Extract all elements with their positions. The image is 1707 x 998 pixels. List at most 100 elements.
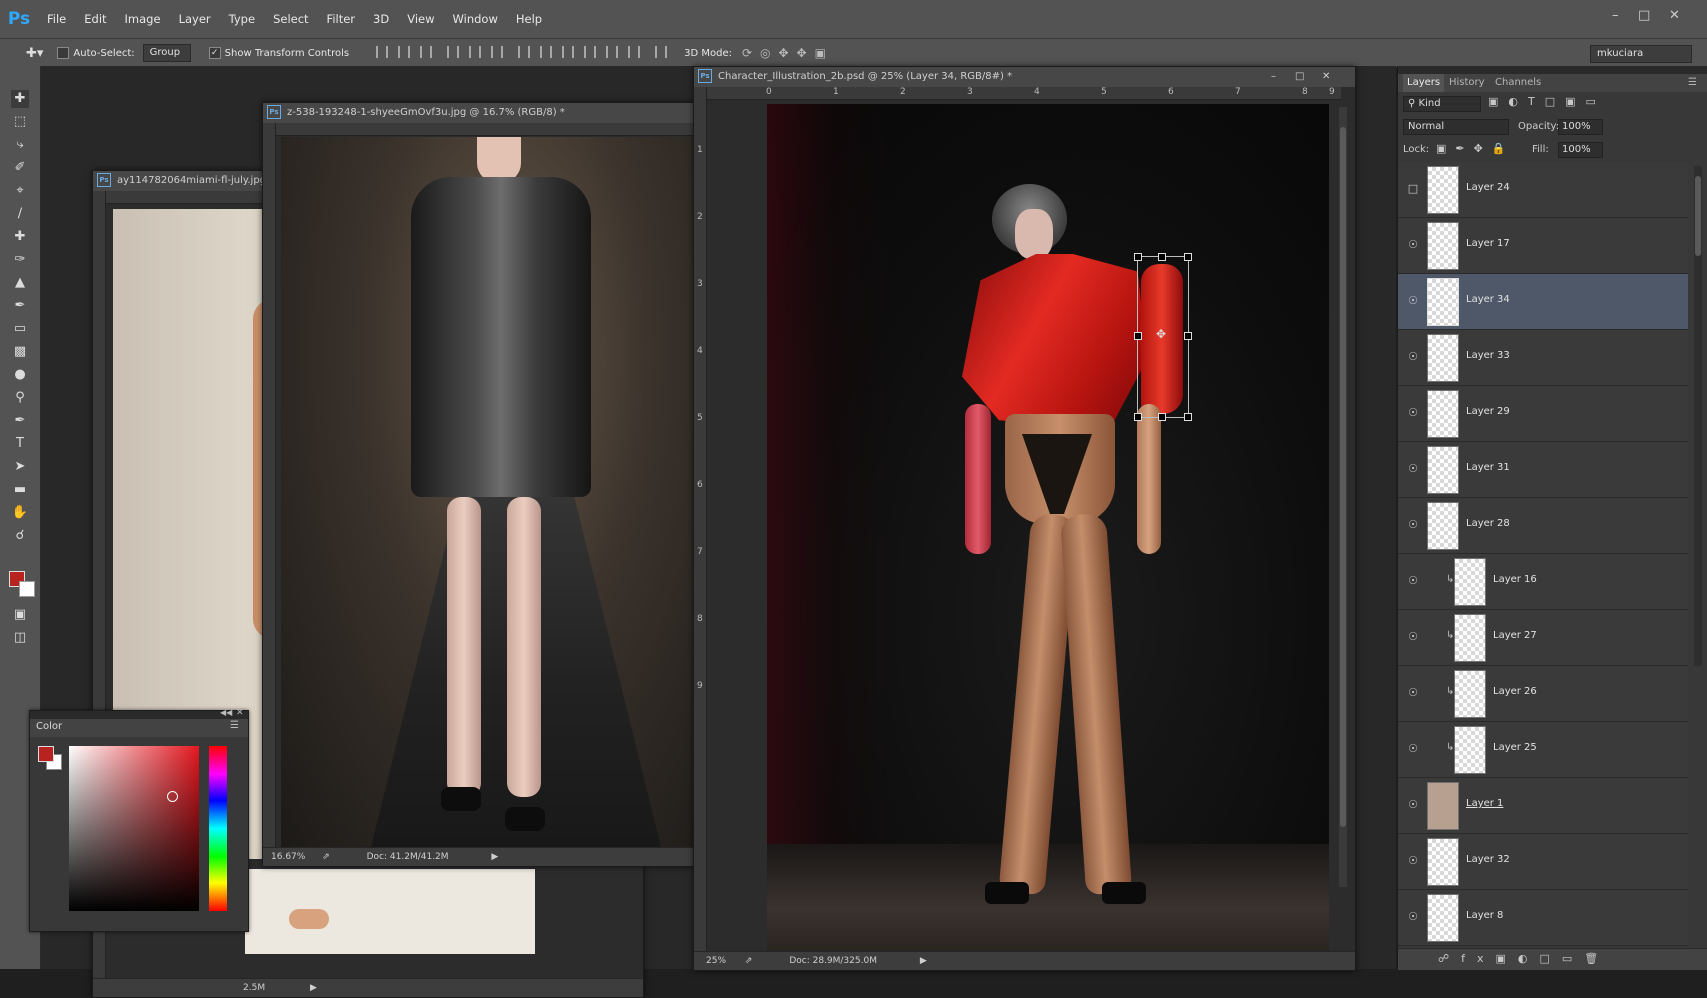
transform-handle[interactable] <box>1158 253 1166 261</box>
tab-channels[interactable]: Channels <box>1495 74 1541 92</box>
document-title-reference[interactable]: Ps z-538-193248-1-shyeeGmOvf3u.jpg @ 16.7… <box>263 103 736 123</box>
eye-icon[interactable]: ☉ <box>1407 799 1419 811</box>
layer-row-26[interactable]: ☉ ↳ Layer 26 <box>1398 666 1688 722</box>
layer-row-16[interactable]: ☉ ↳ Layer 16 <box>1398 554 1688 610</box>
transform-handle[interactable] <box>1184 413 1192 421</box>
document-window-reference[interactable]: Ps z-538-193248-1-shyeeGmOvf3u.jpg @ 16.7… <box>262 102 737 867</box>
auto-select-dropdown[interactable]: Group <box>142 44 191 62</box>
brush-tool-icon[interactable]: ✑ <box>11 251 29 269</box>
type-tool-icon[interactable]: T <box>11 435 29 453</box>
filter-icons[interactable]: ▣◐T□▣▭ <box>1488 95 1606 108</box>
foreground-swatch[interactable] <box>38 746 54 762</box>
hand-tool-icon[interactable]: ✋ <box>11 504 29 522</box>
pen-tool-icon[interactable]: ✒ <box>11 412 29 430</box>
clone-stamp-tool-icon[interactable]: ▲ <box>11 274 29 292</box>
layer-row-28[interactable]: ☉ Layer 28 <box>1398 498 1688 554</box>
menu-window[interactable]: Window <box>444 12 507 26</box>
layer-row-17[interactable]: ☉ Layer 17 <box>1398 218 1688 274</box>
menu-filter[interactable]: Filter <box>318 12 364 26</box>
eye-icon[interactable]: ☉ <box>1407 743 1419 755</box>
menu-image[interactable]: Image <box>116 12 170 26</box>
layers-scrollbar[interactable] <box>1694 166 1702 666</box>
document-window-main[interactable]: Ps Character_Illustration_2b.psd @ 25% (L… <box>693 66 1356 971</box>
layer-row-32[interactable]: ☉ Layer 32 <box>1398 834 1688 890</box>
show-transform-checkbox[interactable]: ✓ Show Transform Controls <box>208 47 349 59</box>
blend-mode-dropdown[interactable]: Normal <box>1403 119 1509 135</box>
menu-help[interactable]: Help <box>507 12 551 26</box>
transform-center-icon[interactable]: ✥ <box>1156 327 1166 341</box>
eye-icon[interactable]: ☉ <box>1407 855 1419 867</box>
opacity-input[interactable]: 100% <box>1558 119 1603 135</box>
auto-select-checkbox[interactable]: Auto-Select: <box>57 47 135 59</box>
background-color-swatch[interactable] <box>19 581 35 597</box>
transform-handle[interactable] <box>1134 332 1142 340</box>
transform-handle[interactable] <box>1158 413 1166 421</box>
layer-row-25[interactable]: ☉ ↳ Layer 25 <box>1398 722 1688 778</box>
menu-edit[interactable]: Edit <box>75 12 115 26</box>
eye-icon[interactable]: ☉ <box>1407 463 1419 475</box>
transform-handle[interactable] <box>1134 413 1142 421</box>
close-panel-icon[interactable]: ✕ <box>236 708 244 718</box>
dodge-tool-icon[interactable]: ⚲ <box>11 389 29 407</box>
eye-icon[interactable]: ☉ <box>1407 631 1419 643</box>
hue-slider[interactable] <box>209 746 227 911</box>
layer-row-8[interactable]: ☉ Layer 8 <box>1398 890 1688 946</box>
export-icon[interactable]: ⇗ <box>322 852 330 862</box>
transform-handle[interactable] <box>1184 253 1192 261</box>
align-icons[interactable] <box>371 45 672 61</box>
minimize-doc-icon[interactable]: – <box>1271 67 1276 87</box>
path-select-tool-icon[interactable]: ➤ <box>11 458 29 476</box>
panel-menu-icon[interactable]: ☰ <box>1688 74 1697 92</box>
move-tool-icon[interactable]: ✚ <box>11 90 29 108</box>
transform-handle[interactable] <box>1184 332 1192 340</box>
quick-select-tool-icon[interactable]: ✐ <box>11 159 29 177</box>
panel-grip[interactable] <box>1398 66 1707 74</box>
status-arrow-icon[interactable]: ▶ <box>491 852 498 862</box>
menu-layer[interactable]: Layer <box>170 12 220 26</box>
eye-icon[interactable]: ☉ <box>1407 239 1419 251</box>
maximize-icon[interactable]: □ <box>1638 8 1650 23</box>
export-icon[interactable]: ⇗ <box>745 956 753 966</box>
blur-tool-icon[interactable]: ● <box>11 366 29 384</box>
menu-select[interactable]: Select <box>264 12 317 26</box>
lock-icons[interactable]: ▣✒✥🔒 <box>1436 142 1515 155</box>
eye-icon[interactable]: ☉ <box>1407 911 1419 923</box>
menu-3d[interactable]: 3D <box>364 12 398 26</box>
canvas-character-illustration[interactable]: ✥ <box>767 104 1329 952</box>
rectangle-tool-icon[interactable]: ▬ <box>11 481 29 499</box>
3d-mode-icons[interactable]: ⟳◎✥✥▣ <box>742 46 834 60</box>
eye-icon[interactable]: ☉ <box>1407 407 1419 419</box>
layer-row-1[interactable]: ☉ Layer 1 <box>1398 778 1688 834</box>
healing-brush-tool-icon[interactable]: ✚ <box>11 228 29 246</box>
move-tool-preset-icon[interactable]: ✚▾ <box>26 46 43 61</box>
menu-type[interactable]: Type <box>220 12 264 26</box>
color-panel-tab[interactable]: Color ☰ <box>30 719 248 737</box>
status-arrow-icon[interactable]: ▶ <box>310 983 317 993</box>
transform-bounding-box[interactable]: ✥ <box>1134 253 1192 421</box>
lasso-tool-icon[interactable]: ⤷ <box>11 136 29 154</box>
layer-row-31[interactable]: ☉ Layer 31 <box>1398 442 1688 498</box>
document-title-main[interactable]: Ps Character_Illustration_2b.psd @ 25% (L… <box>694 67 1355 87</box>
layer-row-34[interactable]: ☉ Layer 34 <box>1398 274 1688 330</box>
layer-action-icons[interactable]: ☍fx▣◐□▭🗑 <box>1438 952 1610 965</box>
transform-handle[interactable] <box>1134 253 1142 261</box>
gradient-tool-icon[interactable]: ▩ <box>11 343 29 361</box>
visibility-off-box[interactable]: □ <box>1407 183 1419 195</box>
fill-input[interactable]: 100% <box>1558 142 1603 158</box>
zoom-tool-icon[interactable]: ☌ <box>11 527 29 545</box>
color-picker-cursor[interactable] <box>167 791 178 802</box>
tab-layers[interactable]: Layers <box>1403 74 1445 92</box>
eye-icon[interactable]: ☉ <box>1407 519 1419 531</box>
zoom-level[interactable]: 16.67% <box>271 852 305 862</box>
zoom-level[interactable]: 25% <box>706 956 726 966</box>
collapse-icon[interactable]: ◀◀ <box>220 708 232 717</box>
screen-mode-icon[interactable]: ◫ <box>11 629 29 647</box>
quick-mask-icon[interactable]: ▣ <box>11 606 29 624</box>
close-icon[interactable]: ✕ <box>1669 8 1680 23</box>
eye-icon[interactable]: ☉ <box>1407 351 1419 363</box>
menu-view[interactable]: View <box>398 12 443 26</box>
vertical-scrollbar[interactable] <box>1339 107 1347 887</box>
tab-history[interactable]: History <box>1449 74 1485 92</box>
layer-row-33[interactable]: ☉ Layer 33 <box>1398 330 1688 386</box>
maximize-doc-icon[interactable]: □ <box>1295 67 1304 87</box>
